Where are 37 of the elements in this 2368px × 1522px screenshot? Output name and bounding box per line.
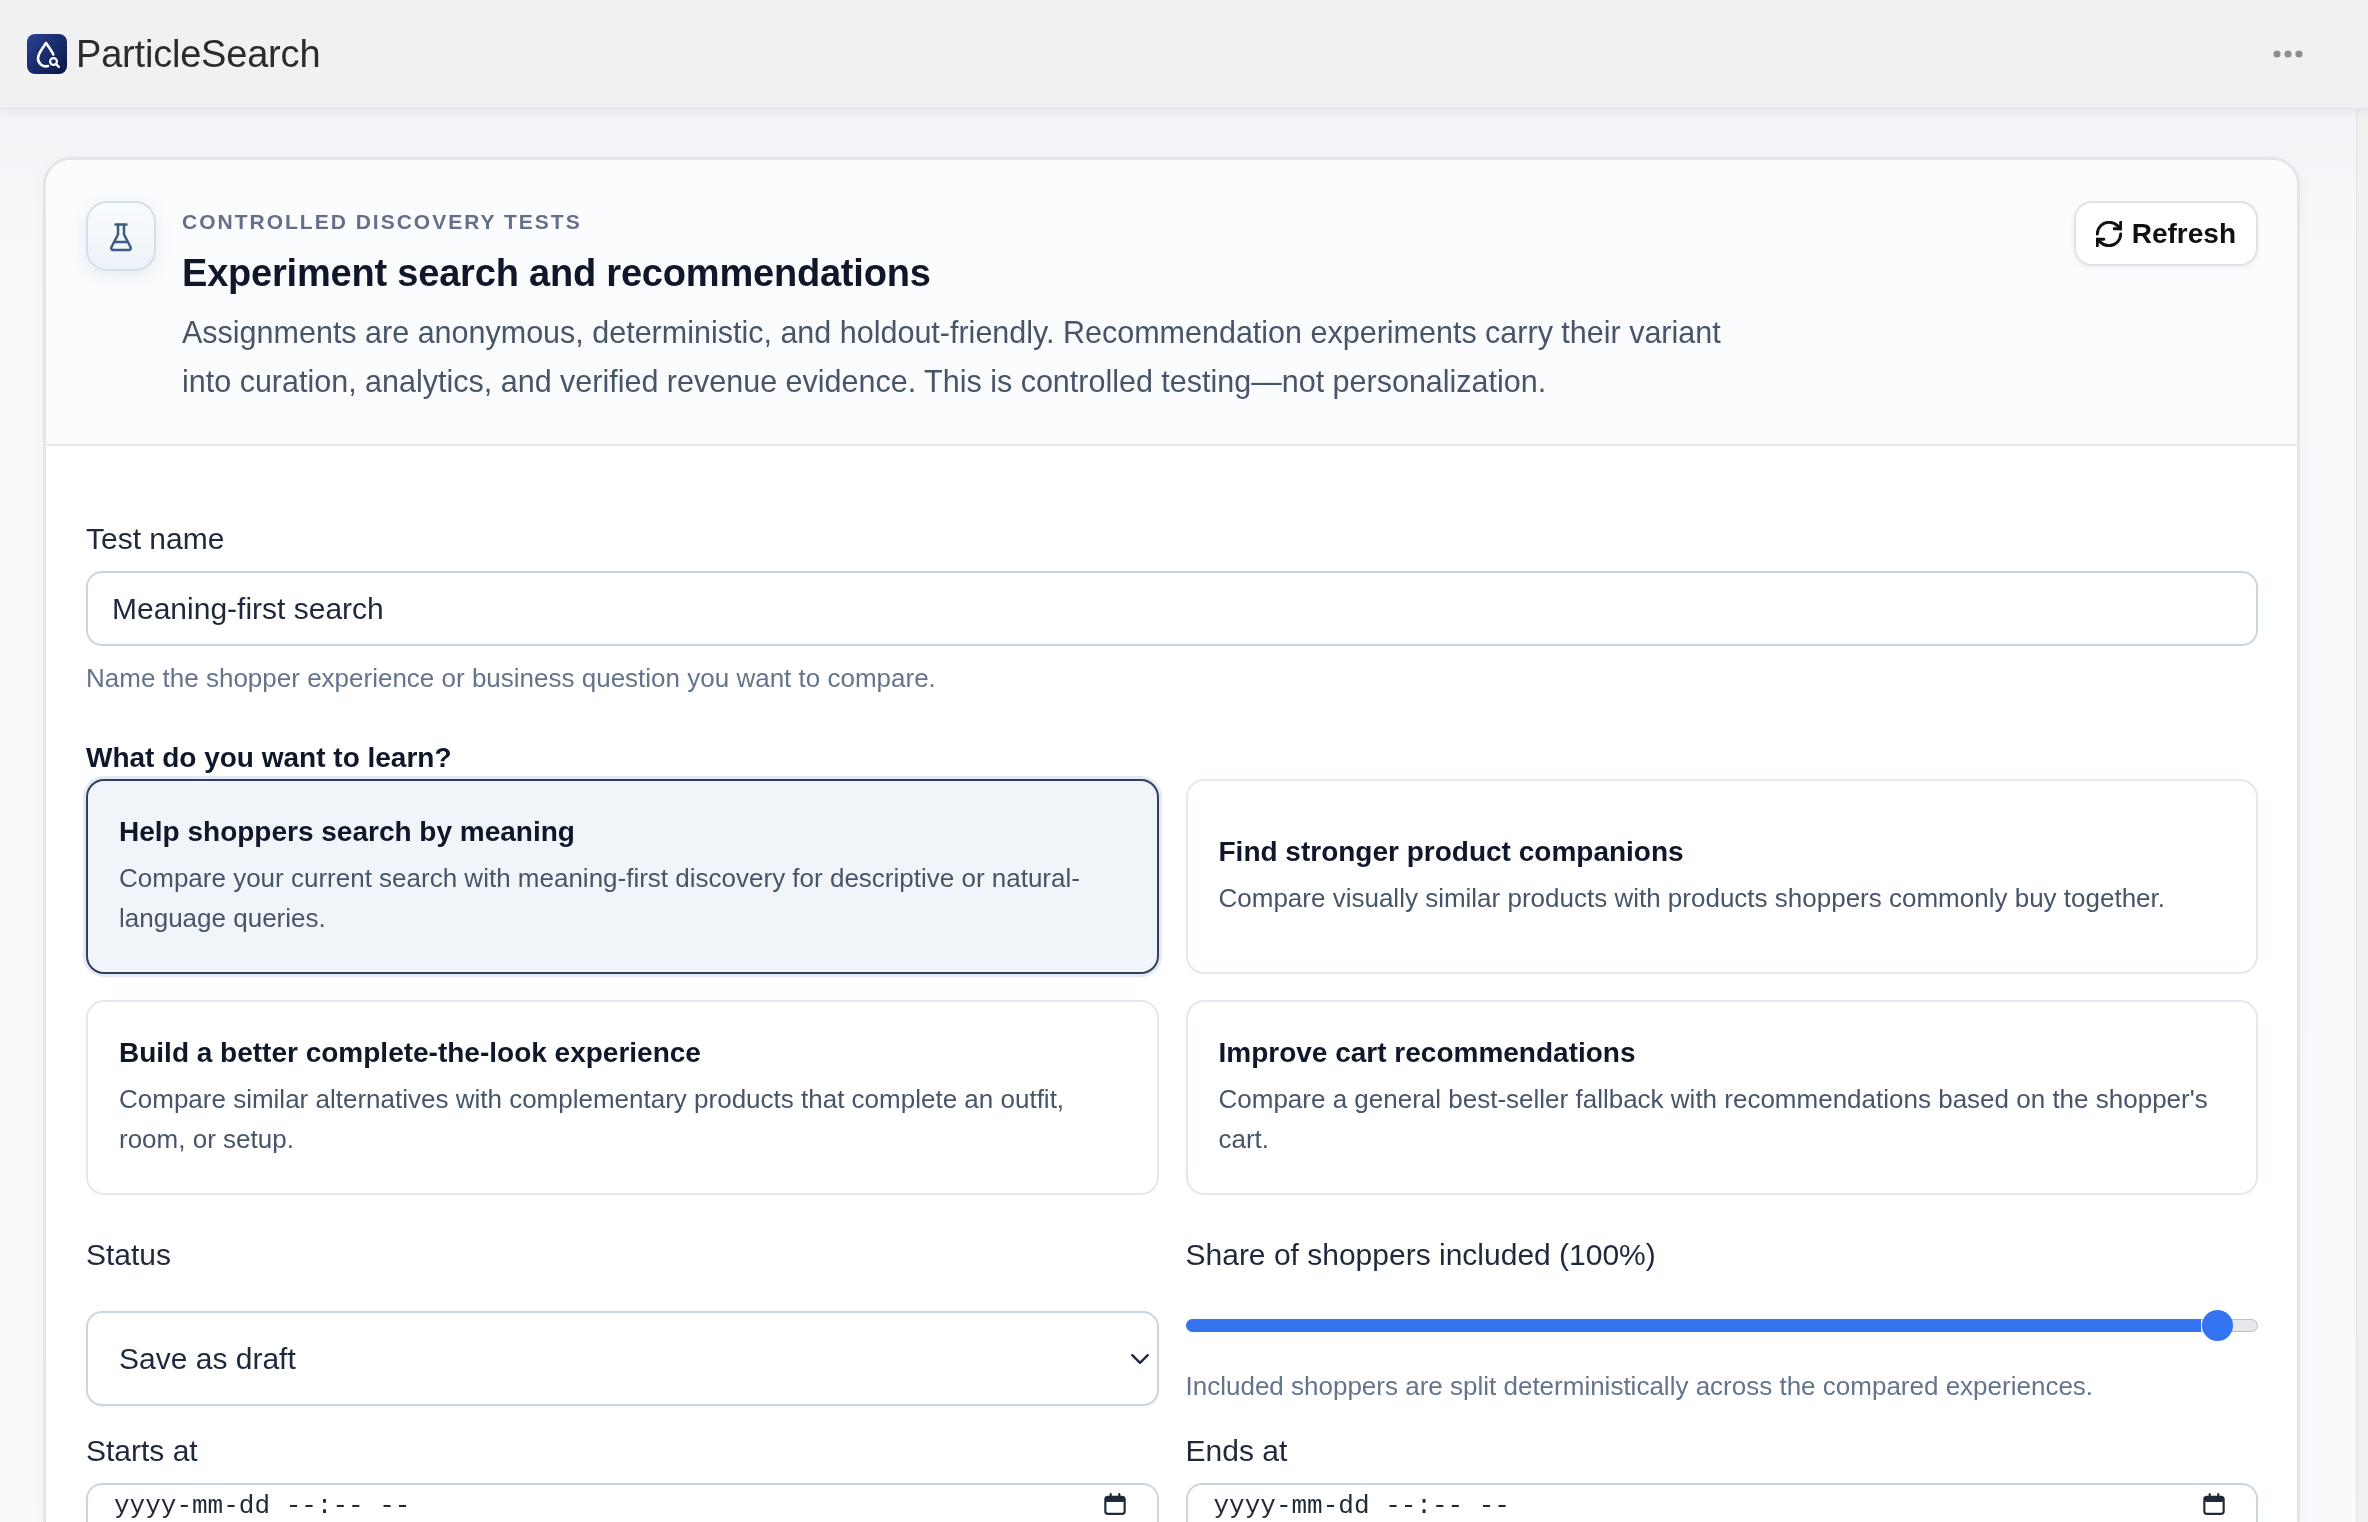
field-label: Test name: [86, 522, 225, 556]
option-description: Compare a general best-seller fallback with recommendations based on the shopper's cart.: [1218, 1083, 2209, 1156]
page-description: Assignments are anonymous, deterministic, and holdout-friendly. Recommendation experiments carry their variant into curation, analytics, and verified revenue evidence. This is controlled testing—not personalization.: [182, 314, 1722, 401]
option-title: Find stronger product companions: [1218, 835, 1684, 869]
datetime-input[interactable]: yyyy-mm-dd --:-- --: [1185, 1483, 2258, 1522]
option-title: Build a better complete-the-look experience: [119, 1036, 701, 1070]
datetime-input[interactable]: yyyy-mm-dd --:-- --: [86, 1483, 1159, 1522]
calendar-icon: [1103, 1493, 1126, 1515]
field-label: Starts at: [86, 1434, 198, 1468]
option-description: Compare similar alternatives with complementary products that complete an outfit, room, or setup.: [119, 1083, 1066, 1156]
question-label: What do you want to learn?: [86, 741, 452, 775]
field-label: Status: [86, 1238, 172, 1272]
flask-icon: [86, 201, 156, 271]
field-hint: Included shoppers are split deterministically across the compared experiences.: [1185, 1371, 2094, 1401]
refresh-button[interactable]: Refresh: [2073, 201, 2258, 266]
option-card[interactable]: Improve cart recommendations Compare a general best-seller fallback with recommendations based on the shopper's cart.: [1185, 1000, 2258, 1195]
page-heading: Experiment search and recommendations: [182, 251, 931, 296]
app-title: ParticleSearch: [76, 32, 321, 77]
option-description: Compare visually similar products with products shoppers commonly buy together.: [1218, 882, 2166, 915]
status-select[interactable]: Save as draft: [86, 1311, 1159, 1406]
more-icon[interactable]: [2273, 50, 2303, 58]
slider-thumb[interactable]: [2201, 1309, 2233, 1341]
option-description: Compare your current search with meaning-first discovery for descriptive or natural-language queries.: [119, 862, 1081, 935]
option-card[interactable]: Find stronger product companions Compare visually similar products with products shoppers commonly buy together.: [1185, 779, 2258, 974]
option-card[interactable]: Help shoppers search by meaning Compare your current search with meaning-first discovery for descriptive or natural-language queries.: [86, 779, 1159, 974]
option-title: Help shoppers search by meaning: [119, 815, 575, 849]
refresh-icon: [2095, 220, 2122, 247]
droplet-logo-icon: [27, 34, 67, 74]
test-name-input[interactable]: Meaning-first search: [86, 571, 2258, 646]
field-label: Ends at: [1185, 1434, 1288, 1468]
calendar-icon: [2203, 1493, 2225, 1515]
field-hint: Name the shopper experience or business question you want to compare.: [86, 663, 936, 693]
section-eyebrow: CONTROLLED DISCOVERY TESTS: [182, 209, 582, 235]
scrollbar-track[interactable]: [2356, 109, 2368, 1522]
field-label: Share of shoppers included (100%): [1185, 1238, 1656, 1272]
option-card[interactable]: Build a better complete-the-look experience Compare similar alternatives with complementary products that complete an outfit, room, or setup.: [86, 1000, 1159, 1195]
option-title: Improve cart recommendations: [1218, 1036, 1636, 1070]
